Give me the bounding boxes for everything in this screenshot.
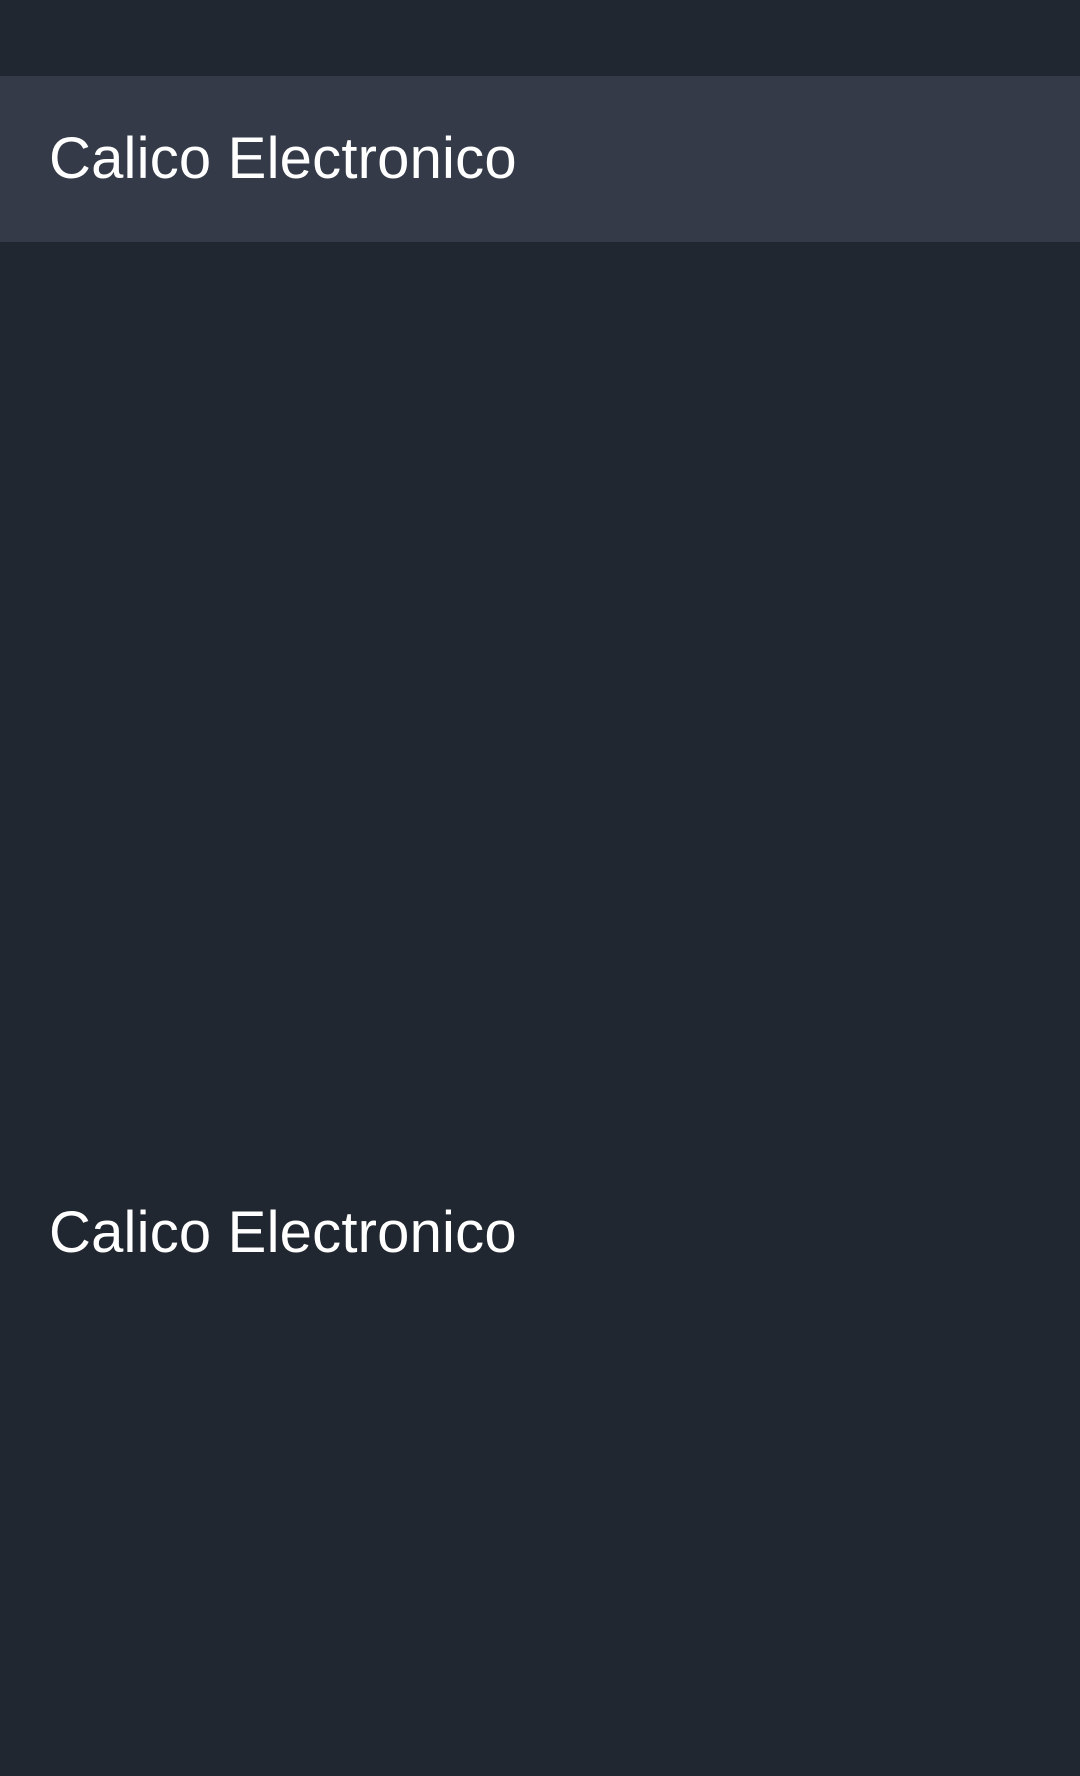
app-bar-title: Calico Electronico — [49, 126, 517, 191]
app-screen: Calico Electronico Calico Electronico — [0, 0, 1080, 1776]
content-area: Calico Electronico — [0, 242, 1080, 1776]
status-bar — [0, 0, 1080, 76]
app-bar: Calico Electronico — [0, 76, 1080, 242]
content-title: Calico Electronico — [49, 1200, 517, 1265]
